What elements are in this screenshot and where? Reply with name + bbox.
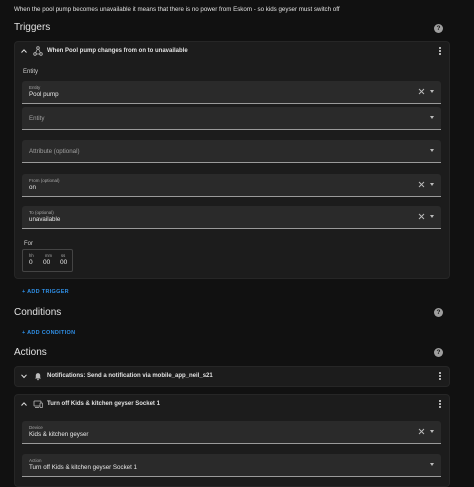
actions-help-icon[interactable]: ? (434, 348, 443, 357)
triggers-heading: Triggers (14, 22, 51, 33)
entity-picker-empty[interactable]: Entity (22, 107, 441, 130)
action-card-notification: Notifications: Send a notification via m… (14, 366, 450, 387)
entity-field-value: Pool pump (29, 91, 59, 98)
add-trigger-label: ADD TRIGGER (27, 289, 69, 295)
device-action-value: Turn off Kids & kitchen geyser Socket 1 (29, 464, 137, 471)
dropdown-arrow-icon[interactable] (430, 116, 434, 119)
action-title: Turn off Kids & kitchen geyser Socket 1 (47, 401, 160, 407)
device-action-label: Action (29, 458, 42, 463)
clear-icon[interactable] (418, 181, 425, 188)
device-field-value: Kids & kitchen geyser (29, 431, 89, 438)
action-card-header[interactable]: Turn off Kids & kitchen geyser Socket 1 (15, 395, 449, 414)
conditions-help-icon[interactable]: ? (434, 308, 443, 317)
action-title: Notifications: Send a notification via m… (47, 373, 213, 379)
from-field-label: From (optional) (29, 178, 60, 183)
state-trigger-icon (33, 46, 43, 56)
dropdown-arrow-icon[interactable] (430, 90, 434, 93)
to-field-label: To (optional) (29, 210, 54, 215)
add-condition-button[interactable]: + ADD CONDITION (22, 330, 75, 336)
automation-description: When the pool pump becomes unavailable i… (14, 6, 340, 13)
minutes-unit: mm (45, 253, 52, 258)
chevron-up-icon[interactable] (21, 48, 27, 54)
trigger-title: When Pool pump changes from on to unavai… (47, 48, 188, 54)
add-trigger-button[interactable]: + ADD TRIGGER (22, 289, 69, 295)
device-field-label: Device (29, 425, 43, 430)
triggers-help-icon[interactable]: ? (434, 24, 443, 33)
trigger-card: When Pool pump changes from on to unavai… (14, 41, 450, 279)
entity-picker-placeholder: Entity (29, 115, 45, 122)
action-card-header[interactable]: Notifications: Send a notification via m… (15, 367, 449, 386)
conditions-heading: Conditions (14, 307, 62, 318)
action-menu-icon[interactable] (438, 400, 441, 410)
trigger-card-header[interactable]: When Pool pump changes from on to unavai… (15, 42, 449, 61)
clear-icon[interactable] (418, 213, 425, 220)
device-action-field[interactable]: Action Turn off Kids & kitchen geyser So… (22, 454, 441, 477)
device-field[interactable]: Device Kids & kitchen geyser (22, 421, 441, 444)
dropdown-arrow-icon[interactable] (430, 215, 434, 218)
chevron-up-icon[interactable] (21, 401, 27, 407)
entity-field[interactable]: Entity Pool pump (22, 81, 441, 104)
dropdown-arrow-icon[interactable] (430, 463, 434, 466)
dropdown-arrow-icon[interactable] (430, 149, 434, 152)
hours-unit: hh (29, 253, 34, 258)
to-field[interactable]: To (optional) unavailable (22, 206, 441, 229)
clear-icon[interactable] (418, 88, 425, 95)
dropdown-arrow-icon[interactable] (430, 430, 434, 433)
entity-heading: Entity (23, 69, 39, 75)
seconds-value[interactable]: 00 (60, 259, 67, 266)
from-field[interactable]: From (optional) on (22, 174, 441, 197)
duration-input[interactable]: hh mm ss 0 00 00 (22, 249, 73, 272)
clear-icon[interactable] (418, 428, 425, 435)
hours-value[interactable]: 0 (29, 259, 33, 266)
attribute-placeholder: Attribute (optional) (29, 148, 80, 155)
to-field-value: unavailable (29, 216, 61, 223)
for-label: For (24, 241, 33, 247)
actions-heading: Actions (14, 347, 47, 358)
chevron-down-icon[interactable] (21, 373, 27, 379)
action-card-device: Turn off Kids & kitchen geyser Socket 1 … (14, 394, 450, 487)
action-menu-icon[interactable] (438, 372, 441, 382)
seconds-unit: ss (61, 253, 66, 258)
attribute-field[interactable]: Attribute (optional) (22, 140, 441, 163)
from-field-value: on (29, 184, 36, 191)
minutes-value[interactable]: 00 (43, 259, 50, 266)
dropdown-arrow-icon[interactable] (430, 183, 434, 186)
trigger-menu-icon[interactable] (438, 47, 441, 57)
entity-field-label: Entity (29, 85, 41, 90)
device-icon (33, 400, 43, 408)
bell-icon (35, 373, 41, 381)
add-condition-label: ADD CONDITION (27, 330, 76, 336)
